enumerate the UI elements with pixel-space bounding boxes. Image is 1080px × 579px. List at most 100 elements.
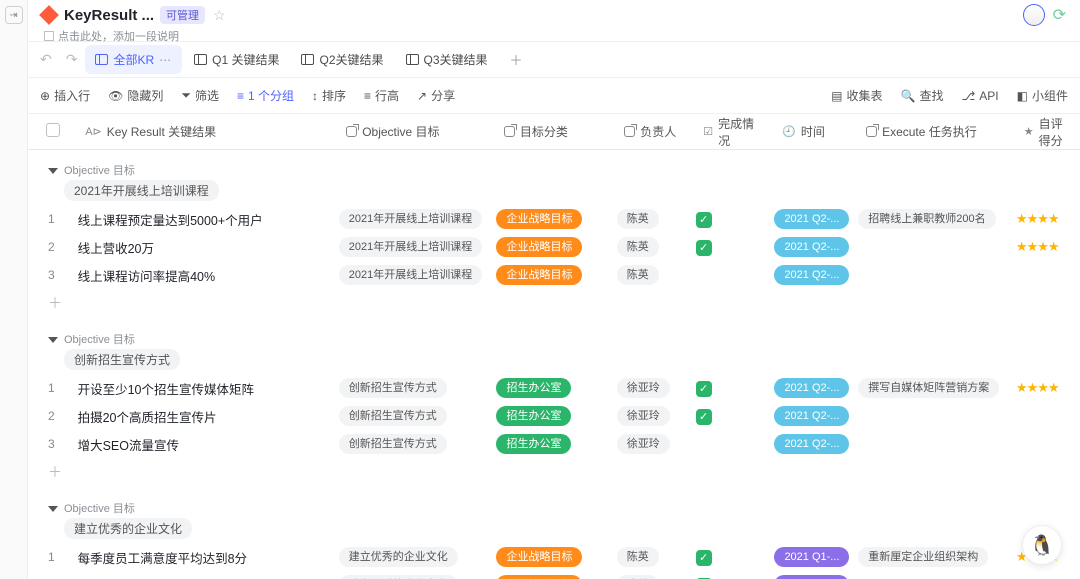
cell-completion[interactable]: ✓: [696, 211, 775, 228]
cell-key-result[interactable]: 每季度员工满意度平均达到8分: [78, 548, 339, 567]
cell-objective[interactable]: 创新招生宣传方式: [339, 378, 497, 398]
group-collapse-toggle[interactable]: [48, 168, 58, 174]
assistant-avatar-button[interactable]: 🐧: [1022, 525, 1062, 565]
search-button[interactable]: 🔍查找: [893, 82, 952, 109]
cell-time[interactable]: 2021 Q2-...: [774, 406, 858, 426]
select-all-checkbox[interactable]: [46, 123, 60, 137]
cell-objective[interactable]: 建立优秀的企业文化: [339, 547, 497, 567]
cell-owner[interactable]: 徐亚玲: [617, 434, 696, 454]
table-row[interactable]: 3线上课程访问率提高40%2021年开展线上培训课程企业战略目标陈英2021 Q…: [28, 261, 1080, 289]
view-tab[interactable]: Q1 关键结果: [184, 45, 289, 74]
user-avatar[interactable]: [1023, 4, 1045, 26]
cell-owner[interactable]: 陈英: [617, 237, 696, 257]
cell-self-rate[interactable]: ★★★★: [1016, 239, 1080, 255]
table-row[interactable]: 3增大SEO流量宣传创新招生宣传方式招生办公室徐亚玲2021 Q2-...: [28, 430, 1080, 458]
table-row[interactable]: 1线上课程预定量达到5000+个用户2021年开展线上培训课程企业战略目标陈英✓…: [28, 205, 1080, 233]
cell-completion[interactable]: ✓: [696, 549, 775, 566]
cell-owner[interactable]: 陈英: [617, 265, 696, 285]
cell-category[interactable]: 企业战略目标: [496, 575, 616, 579]
cell-owner[interactable]: 徐亚玲: [617, 406, 696, 426]
collect-form-button[interactable]: ▤收集表: [823, 82, 890, 109]
cell-objective[interactable]: 2021年开展线上培训课程: [339, 265, 497, 285]
add-row-button[interactable]: ＋: [28, 458, 1080, 486]
add-tab-button[interactable]: ＋: [500, 44, 533, 75]
cell-time[interactable]: 2021 Q2-...: [774, 237, 858, 257]
sort-button[interactable]: ↕排序: [304, 82, 354, 109]
cell-objective[interactable]: 2021年开展线上培训课程: [339, 237, 497, 257]
permission-badge[interactable]: 可管理: [160, 6, 205, 24]
cell-execute[interactable]: 重新厘定企业组织架构: [858, 547, 1016, 567]
table-row[interactable]: 1开设至少10个招生宣传媒体矩阵创新招生宣传方式招生办公室徐亚玲✓2021 Q2…: [28, 374, 1080, 402]
cell-key-result[interactable]: 拍摄20个高质招生宣传片: [78, 407, 339, 426]
cell-key-result[interactable]: 增大SEO流量宣传: [78, 435, 339, 454]
table-row[interactable]: 2线上营收20万2021年开展线上培训课程企业战略目标陈英✓2021 Q2-..…: [28, 233, 1080, 261]
cell-completion[interactable]: ✓: [696, 408, 775, 425]
widgets-button[interactable]: ◧小组件: [1009, 82, 1076, 109]
table-row[interactable]: 2拍摄20个高质招生宣传片创新招生宣传方式招生办公室徐亚玲✓2021 Q2-..…: [28, 402, 1080, 430]
cell-category[interactable]: 企业战略目标: [496, 209, 616, 229]
cell-category[interactable]: 企业战略目标: [496, 547, 616, 567]
cell-completion[interactable]: ✓: [696, 239, 775, 256]
col-key-result[interactable]: A⊳Key Result 关键结果: [77, 114, 338, 149]
table-row[interactable]: 2每周庆祝一次工作上的"小成就"建立优秀的企业文化企业战略目标陈英✓2021 Q…: [28, 571, 1080, 579]
expand-rail-button[interactable]: ⇥: [5, 6, 23, 24]
cell-key-result[interactable]: 线上课程访问率提高40%: [78, 266, 339, 285]
filter-button[interactable]: ⏷筛选: [173, 82, 227, 109]
add-row-button[interactable]: ＋: [28, 289, 1080, 317]
view-tab[interactable]: Q3关键结果: [396, 45, 498, 74]
col-execute[interactable]: Execute 任务执行: [858, 114, 1016, 149]
tab-more-icon[interactable]: ⋯: [159, 53, 172, 67]
view-tab[interactable]: Q2关键结果: [291, 45, 393, 74]
col-self-rate[interactable]: ★自评得分: [1016, 114, 1080, 149]
group-value[interactable]: 创新招生宣传方式: [64, 349, 180, 370]
undo-button[interactable]: ↶: [34, 46, 58, 73]
col-completion[interactable]: ☑完成情况: [695, 114, 774, 149]
col-time[interactable]: 🕘时间: [774, 114, 858, 149]
cell-owner[interactable]: 徐亚玲: [617, 378, 696, 398]
redo-button[interactable]: ↷: [60, 46, 84, 73]
api-button[interactable]: ⎇API: [953, 84, 1006, 108]
group-value[interactable]: 建立优秀的企业文化: [64, 518, 192, 539]
cell-time[interactable]: 2021 Q2-...: [774, 434, 858, 454]
cell-owner[interactable]: 陈英: [617, 575, 696, 579]
cell-completion[interactable]: ✓: [696, 380, 775, 397]
group-value[interactable]: 2021年开展线上培训课程: [64, 180, 219, 201]
cell-self-rate[interactable]: ★★★★: [1016, 211, 1080, 227]
group-collapse-toggle[interactable]: [48, 506, 58, 512]
table-row[interactable]: 1每季度员工满意度平均达到8分建立优秀的企业文化企业战略目标陈英✓2021 Q1…: [28, 543, 1080, 571]
cell-category[interactable]: 企业战略目标: [496, 237, 616, 257]
cell-time[interactable]: 2021 Q1-...: [774, 547, 858, 567]
cell-time[interactable]: 2021 Q2-...: [774, 378, 858, 398]
cell-owner[interactable]: 陈英: [617, 209, 696, 229]
favorite-star-icon[interactable]: ☆: [213, 7, 226, 24]
view-tab[interactable]: 全部KR⋯: [85, 45, 182, 74]
group-button[interactable]: ≡1 个分组: [229, 82, 302, 109]
insert-row-button[interactable]: ⊕插入行: [32, 82, 98, 109]
col-category[interactable]: 目标分类: [496, 114, 616, 149]
cell-self-rate[interactable]: ★★★★: [1016, 380, 1080, 396]
col-owner[interactable]: 负责人: [616, 114, 695, 149]
col-objective[interactable]: Objective 目标: [338, 114, 496, 149]
sync-status-icon[interactable]: ⟳: [1053, 5, 1066, 25]
cell-key-result[interactable]: 开设至少10个招生宣传媒体矩阵: [78, 379, 339, 398]
cell-key-result[interactable]: 每周庆祝一次工作上的"小成就": [78, 576, 339, 579]
cell-objective[interactable]: 创新招生宣传方式: [339, 434, 497, 454]
cell-objective[interactable]: 创新招生宣传方式: [339, 406, 497, 426]
cell-category[interactable]: 招生办公室: [496, 406, 616, 426]
cell-execute[interactable]: 招聘线上兼职教师200名: [858, 209, 1016, 229]
cell-category[interactable]: 企业战略目标: [496, 265, 616, 285]
cell-time[interactable]: 2021 Q2-...: [774, 209, 858, 229]
cell-category[interactable]: 招生办公室: [496, 434, 616, 454]
cell-time[interactable]: 2021 Q2-...: [774, 265, 858, 285]
cell-execute[interactable]: 撰写自媒体矩阵营销方案: [858, 378, 1016, 398]
group-collapse-toggle[interactable]: [48, 337, 58, 343]
cell-time[interactable]: 2021 Q1-...: [774, 575, 858, 579]
cell-objective[interactable]: 建立优秀的企业文化: [339, 575, 497, 579]
cell-key-result[interactable]: 线上课程预定量达到5000+个用户: [78, 210, 339, 229]
cell-owner[interactable]: 陈英: [617, 547, 696, 567]
hide-columns-button[interactable]: 👁隐藏列: [100, 82, 171, 109]
share-button[interactable]: ↗分享: [409, 82, 463, 109]
cell-category[interactable]: 招生办公室: [496, 378, 616, 398]
cell-objective[interactable]: 2021年开展线上培训课程: [339, 209, 497, 229]
cell-key-result[interactable]: 线上营收20万: [78, 238, 339, 257]
